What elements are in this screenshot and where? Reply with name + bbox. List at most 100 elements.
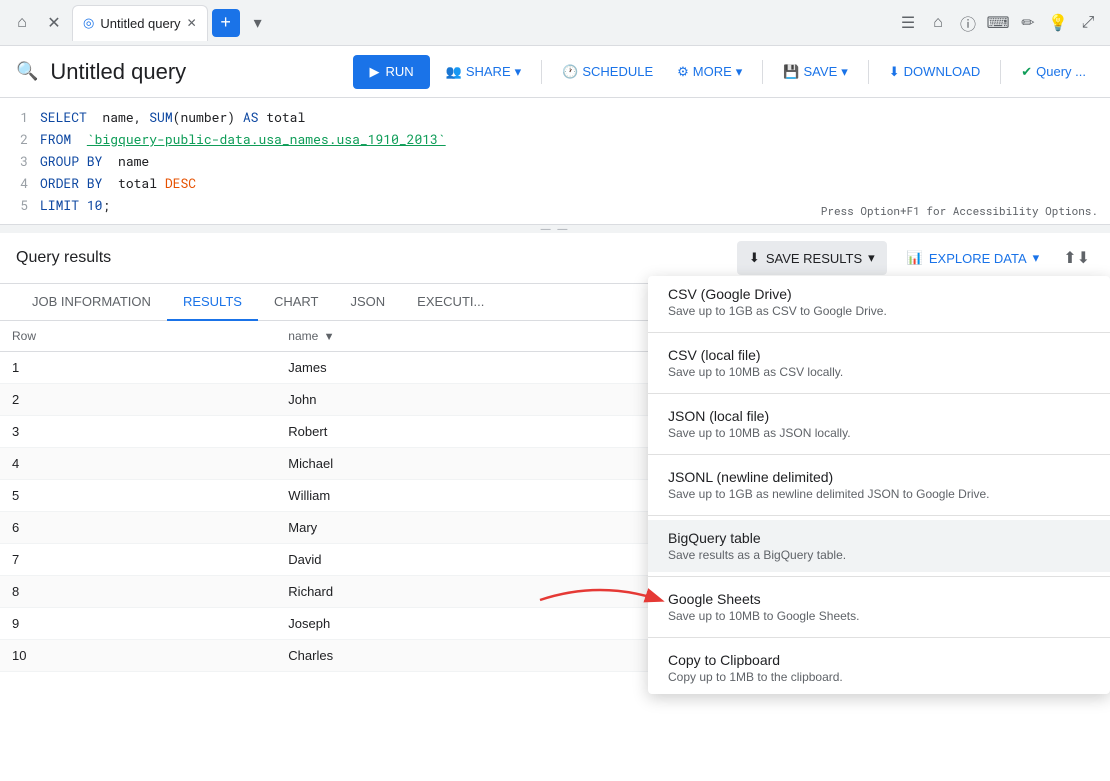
keyboard-icon[interactable]: ⌨ [984, 9, 1012, 37]
main-toolbar: 🔍 Untitled query ▶ RUN 👥 SHARE ▾ 🕐 SCHED… [0, 46, 1110, 98]
tab-more-icon[interactable]: ▾ [244, 9, 272, 37]
results-header-right: ⬇ SAVE RESULTS ▾ 📊 EXPLORE DATA ▾ ⬆⬇ [737, 241, 1094, 275]
cell-name: Charles [276, 640, 680, 672]
schedule-icon: 🕐 [562, 64, 578, 80]
dropdown-item[interactable]: JSON (local file) Save up to 10MB as JSO… [648, 398, 1110, 450]
more-chevron-icon: ▾ [736, 64, 743, 80]
cell-row: 5 [0, 480, 276, 512]
dropdown-item-title: JSON (local file) [668, 408, 1090, 424]
query-title: Untitled query [50, 59, 345, 85]
save-button[interactable]: 💾 SAVE ▾ [775, 55, 855, 89]
cell-row: 6 [0, 512, 276, 544]
collapse-icon[interactable]: ⬆⬇ [1059, 244, 1094, 272]
cell-row: 10 [0, 640, 276, 672]
query-check-button[interactable]: ✔ Query ... [1013, 55, 1094, 89]
run-label: RUN [385, 64, 413, 79]
editor-line-1: 1 SELECT name, SUM(number) AS total [0, 106, 1110, 128]
tab-execution[interactable]: EXECUTI... [401, 284, 500, 321]
dropdown-item-desc: Copy up to 1MB to the clipboard. [668, 670, 1090, 684]
cell-row: 9 [0, 608, 276, 640]
dropdown-item-desc: Save up to 1GB as CSV to Google Drive. [668, 304, 1090, 318]
share-button[interactable]: 👥 SHARE ▾ [438, 55, 530, 89]
more-label: MORE [693, 64, 732, 79]
col-name[interactable]: name ▼ [276, 321, 680, 352]
dropdown-item-desc: Save up to 1GB as newline delimited JSON… [668, 487, 1090, 501]
edit-icon[interactable]: ✏ [1014, 9, 1042, 37]
tab-query-icon: ◎ [83, 15, 94, 31]
cell-name: Michael [276, 448, 680, 480]
resize-handle[interactable]: — — [0, 225, 1110, 233]
cell-name: Robert [276, 416, 680, 448]
cell-row: 4 [0, 448, 276, 480]
schedule-button[interactable]: 🕐 SCHEDULE [554, 55, 661, 89]
toolbar-separator-4 [1000, 60, 1001, 84]
tab-json[interactable]: JSON [334, 284, 401, 321]
dropdown-item-title: JSONL (newline delimited) [668, 469, 1090, 485]
info-icon[interactable]: ⓘ [954, 9, 982, 37]
dropdown-divider [648, 393, 1110, 394]
schedule-label: SCHEDULE [582, 64, 653, 79]
cell-row: 1 [0, 352, 276, 384]
new-tab-button[interactable]: + [212, 9, 240, 37]
dropdown-item[interactable]: CSV (local file) Save up to 10MB as CSV … [648, 337, 1110, 389]
dropdown-divider [648, 576, 1110, 577]
cell-name: Joseph [276, 608, 680, 640]
cell-name: David [276, 544, 680, 576]
run-button[interactable]: ▶ RUN [353, 55, 429, 89]
dropdown-item[interactable]: CSV (Google Drive) Save up to 1GB as CSV… [648, 276, 1110, 328]
cell-row: 8 [0, 576, 276, 608]
cell-name: William [276, 480, 680, 512]
search-icon: 🔍 [16, 61, 38, 82]
download-icon: ⬇ [889, 64, 900, 80]
explore-chevron-icon: ▾ [1033, 250, 1040, 266]
save-results-chevron-icon: ▾ [868, 250, 875, 266]
sql-editor[interactable]: 1 SELECT name, SUM(number) AS total 2 FR… [0, 98, 1110, 225]
list-icon[interactable]: ☰ [894, 9, 922, 37]
tab-label: Untitled query [100, 16, 180, 31]
dropdown-item[interactable]: Google Sheets Save up to 10MB to Google … [648, 581, 1110, 633]
save-results-icon: ⬇ [749, 250, 760, 266]
more-button[interactable]: ⚙ MORE ▾ [669, 55, 750, 89]
expand-icon[interactable]: ⤢ [1074, 9, 1102, 37]
run-icon: ▶ [369, 64, 379, 80]
dropdown-item-desc: Save up to 10MB as JSON locally. [668, 426, 1090, 440]
explore-icon: 📊 [907, 250, 923, 266]
tab-close-icon[interactable]: ✕ [187, 16, 197, 30]
download-button[interactable]: ⬇ DOWNLOAD [881, 55, 988, 89]
dropdown-item-title: CSV (Google Drive) [668, 286, 1090, 302]
toolbar-separator-3 [868, 60, 869, 84]
toolbar-separator-1 [541, 60, 542, 84]
dropdown-item[interactable]: JSONL (newline delimited) Save up to 1GB… [648, 459, 1110, 511]
editor-line-2: 2 FROM `bigquery-public-data.usa_names.u… [0, 128, 1110, 150]
active-tab[interactable]: ◎ Untitled query ✕ [72, 5, 208, 41]
tab-results[interactable]: RESULTS [167, 284, 258, 321]
dropdown-item-title: Google Sheets [668, 591, 1090, 607]
lightbulb-icon[interactable]: 💡 [1044, 9, 1072, 37]
dropdown-item-title: CSV (local file) [668, 347, 1090, 363]
toolbar-separator-2 [762, 60, 763, 84]
check-icon: ✔ [1021, 64, 1032, 80]
dropdown-item-desc: Save up to 10MB as CSV locally. [668, 365, 1090, 379]
cell-name: James [276, 352, 680, 384]
save-results-dropdown[interactable]: CSV (Google Drive) Save up to 1GB as CSV… [648, 276, 1110, 694]
chrome-right-icons: ☰ ⌂ ⓘ ⌨ ✏ 💡 ⤢ [894, 9, 1102, 37]
dropdown-item[interactable]: Copy to Clipboard Copy up to 1MB to the … [648, 642, 1110, 694]
dropdown-item-title: Copy to Clipboard [668, 652, 1090, 668]
save-results-button[interactable]: ⬇ SAVE RESULTS ▾ [737, 241, 887, 275]
chrome-bar: ⌂ ✕ ◎ Untitled query ✕ + ▾ ☰ ⌂ ⓘ ⌨ ✏ 💡 ⤢ [0, 0, 1110, 46]
dropdown-item-title: BigQuery table [668, 530, 1090, 546]
close-tab-icon[interactable]: ✕ [40, 9, 68, 37]
tab-job-information[interactable]: JOB INFORMATION [16, 284, 167, 321]
query-check-label: Query ... [1036, 64, 1086, 79]
cell-name: Richard [276, 576, 680, 608]
cell-row: 3 [0, 416, 276, 448]
dropdown-divider [648, 515, 1110, 516]
tab-chart[interactable]: CHART [258, 284, 335, 321]
dropdown-item[interactable]: BigQuery table Save results as a BigQuer… [648, 520, 1110, 572]
explore-data-button[interactable]: 📊 EXPLORE DATA ▾ [895, 241, 1052, 275]
home2-icon[interactable]: ⌂ [924, 9, 952, 37]
home-icon[interactable]: ⌂ [8, 9, 36, 37]
cell-name: Mary [276, 512, 680, 544]
dropdown-item-desc: Save results as a BigQuery table. [668, 548, 1090, 562]
explore-data-label: EXPLORE DATA [929, 251, 1027, 266]
